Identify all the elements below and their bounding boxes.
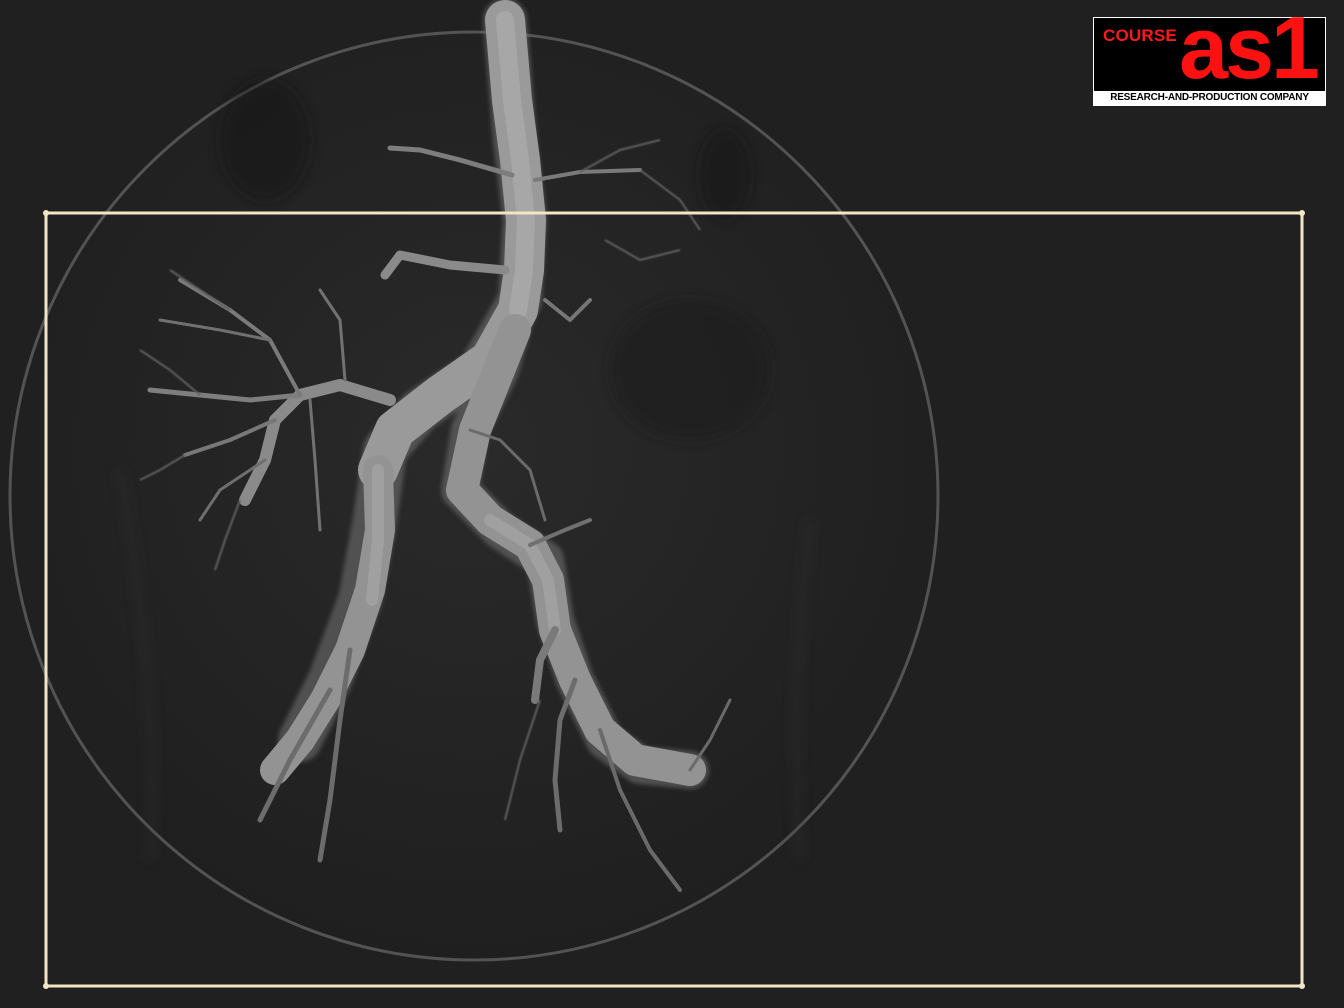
logo-course-text: COURSE <box>1103 26 1177 45</box>
logo-mark: as1 <box>1179 0 1320 97</box>
angiogram-image <box>8 0 1305 989</box>
logo-strapline: RESEARCH-AND-PRODUCTION COMPANY <box>1094 91 1325 105</box>
company-logo: COURSE as1 RESEARCH-AND-PRODUCTION COMPA… <box>1093 4 1326 106</box>
